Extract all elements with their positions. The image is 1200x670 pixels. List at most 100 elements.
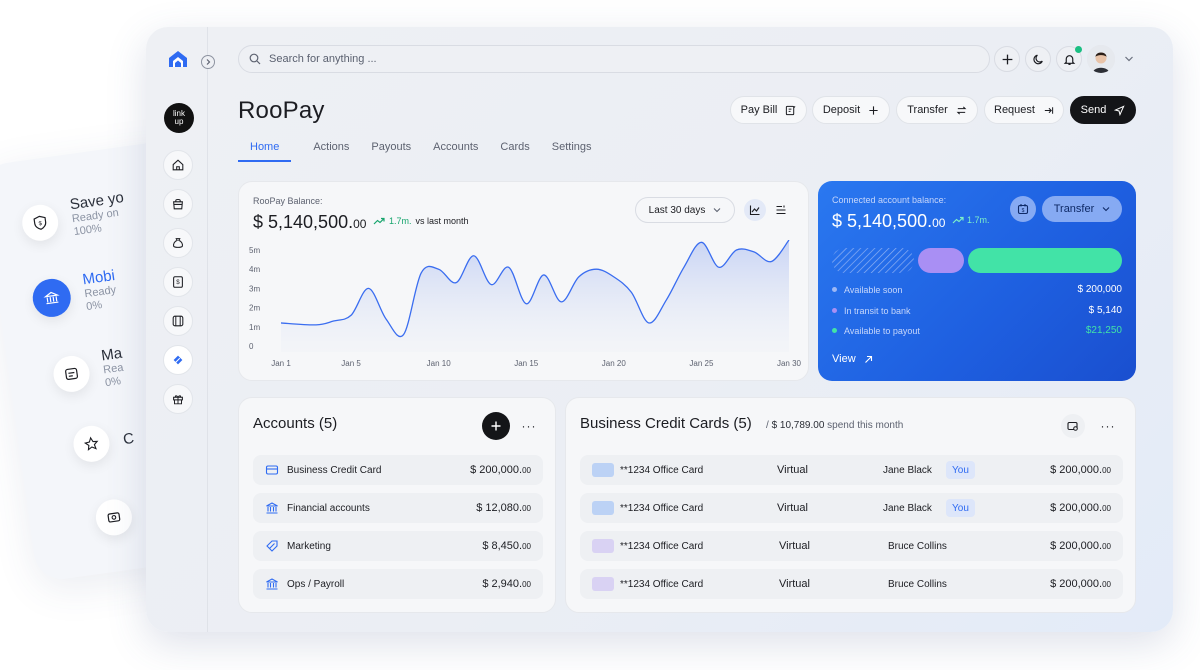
expand-sidebar-button[interactable]	[201, 55, 215, 69]
pay-bill-button[interactable]: Pay Bill	[730, 96, 807, 124]
connected-amount-main: $ 5,140,500.	[832, 211, 933, 231]
card-amount-cents: 00	[1102, 579, 1111, 589]
accounts-title: Accounts (5)	[253, 415, 338, 432]
add-button[interactable]	[994, 46, 1020, 72]
view-link[interactable]: View	[832, 353, 873, 365]
card-row[interactable]: **1234 Office Card Virtual Bruce Collins…	[580, 531, 1123, 561]
account-amount-main: $ 200,000.	[470, 464, 523, 476]
connected-balance-amount: $ 5,140,500.00	[832, 211, 945, 232]
send-button[interactable]: Send	[1070, 96, 1136, 124]
transfer-button[interactable]: Transfer	[896, 96, 978, 124]
card-row[interactable]: **1234 Office Card Virtual Jane Black Yo…	[580, 493, 1123, 523]
shield-dollar-icon: $	[19, 201, 61, 243]
chevron-down-icon	[713, 208, 721, 213]
tab-accounts[interactable]: Accounts	[433, 139, 478, 162]
chevron-down-icon[interactable]	[1124, 55, 1134, 63]
date-range-label: Last 30 days	[648, 204, 706, 216]
account-amount: $ 2,940.00	[482, 578, 531, 590]
accounts-more-button[interactable]: ···	[519, 416, 539, 436]
card-thumbnail	[592, 463, 614, 477]
card-type: Virtual	[777, 464, 808, 476]
balance-card: RooPay Balance: $ 5,140,500.00 1.7m. vs …	[238, 181, 809, 381]
account-name: Ops / Payroll	[287, 578, 345, 590]
tab-home[interactable]: Home	[238, 139, 292, 162]
card-amount-cents: 00	[1102, 503, 1111, 513]
sidebar-item-payments[interactable]	[163, 228, 193, 258]
y-tick-label: 2m	[249, 304, 260, 313]
receipt-icon	[172, 315, 184, 327]
card-amount-cents: 00	[1102, 465, 1111, 475]
line-chart-view-button[interactable]	[744, 199, 766, 221]
tab-actions[interactable]: Actions	[313, 139, 349, 162]
row-value: $ 5,140	[1088, 305, 1122, 316]
card-row[interactable]: **1234 Office Card Virtual Bruce Collins…	[580, 569, 1123, 599]
line-chart-icon	[749, 205, 760, 216]
connected-transfer-button[interactable]: Transfer	[1042, 196, 1122, 222]
connected-delta-value: 1.7m.	[967, 215, 990, 225]
y-tick-label: 0	[249, 342, 254, 351]
account-name: Financial accounts	[287, 502, 370, 514]
business-cards-more-button[interactable]: ···	[1098, 416, 1118, 436]
connected-account-card: Connected account balance: $ 5,140,500.0…	[818, 181, 1136, 381]
search-input[interactable]	[269, 53, 869, 65]
card-row[interactable]: **1234 Office Card Virtual Jane Black Yo…	[580, 455, 1123, 485]
global-search[interactable]	[238, 45, 990, 73]
user-avatar[interactable]	[1087, 45, 1115, 73]
home-icon	[172, 159, 184, 171]
trend-up-icon	[373, 217, 385, 225]
request-button[interactable]: Request	[984, 96, 1064, 124]
available-payout-segment	[968, 248, 1122, 273]
main-tabs: Home Actions Payouts Accounts Cards Sett…	[238, 139, 614, 162]
sidebar-item-cards[interactable]	[163, 345, 193, 375]
card-thumbnail	[592, 539, 614, 553]
card-type: Virtual	[779, 578, 810, 590]
account-row[interactable]: Marketing $ 8,450.00	[253, 531, 543, 561]
list-view-button[interactable]	[770, 199, 792, 221]
sidebar-item-shop[interactable]	[163, 189, 193, 219]
row-label: In transit to bank	[844, 305, 911, 316]
bag-icon	[173, 198, 183, 210]
schedule-button[interactable]: $	[1010, 196, 1036, 222]
card-amount-main: $ 200,000.	[1050, 502, 1103, 514]
row-value: $ 200,000	[1077, 284, 1123, 295]
bank-icon	[266, 578, 278, 590]
workspace-avatar[interactable]: link up	[164, 103, 194, 133]
tab-payouts[interactable]: Payouts	[371, 139, 411, 162]
tab-settings[interactable]: Settings	[552, 139, 592, 162]
request-icon	[1044, 106, 1054, 114]
account-row[interactable]: Business Credit Card $ 200,000.00	[253, 455, 543, 485]
deposit-button[interactable]: Deposit	[812, 96, 890, 124]
balance-amount-main: $ 5,140,500.	[253, 212, 354, 232]
card-amount-main: $ 200,000.	[1050, 578, 1103, 590]
send-icon	[1114, 104, 1125, 116]
card-holder: Bruce Collins	[888, 578, 947, 590]
add-account-button[interactable]	[482, 412, 510, 440]
sidebar-item-home[interactable]	[163, 150, 193, 180]
date-range-select[interactable]: Last 30 days	[635, 197, 735, 223]
sidebar-item-invoices[interactable]: $	[163, 267, 193, 297]
bill-icon	[786, 105, 796, 115]
notifications-button[interactable]	[1056, 46, 1082, 72]
onboarding-step-ma: Ma Rea 0%	[51, 345, 127, 397]
theme-toggle-button[interactable]	[1025, 46, 1051, 72]
view-label: View	[832, 353, 856, 365]
svg-text:$: $	[38, 220, 43, 226]
tab-cards[interactable]: Cards	[500, 139, 529, 162]
roopay-logo-icon[interactable]	[168, 50, 188, 68]
account-row[interactable]: Financial accounts $ 12,080.00	[253, 493, 543, 523]
account-row[interactable]: Ops / Payroll $ 2,940.00	[253, 569, 543, 599]
card-thumbnail	[592, 577, 614, 591]
y-tick-label: 5m	[249, 246, 260, 255]
row-label: Available soon	[844, 284, 903, 295]
balance-breakdown-bar	[832, 248, 1122, 273]
card-number: **1234 Office Card	[620, 578, 704, 590]
sidebar-item-rewards[interactable]	[163, 384, 193, 414]
workspace-avatar-label: link up	[172, 109, 185, 126]
account-name: Marketing	[287, 540, 331, 552]
legend-dot	[832, 308, 837, 313]
onboarding-step-save: $ Save yo Ready on 100%	[19, 189, 128, 246]
card-settings-button[interactable]	[1061, 414, 1085, 438]
sidebar-item-reports[interactable]	[163, 306, 193, 336]
x-tick-label: Jan 30	[777, 359, 802, 368]
account-amount-main: $ 2,940.	[482, 578, 523, 590]
